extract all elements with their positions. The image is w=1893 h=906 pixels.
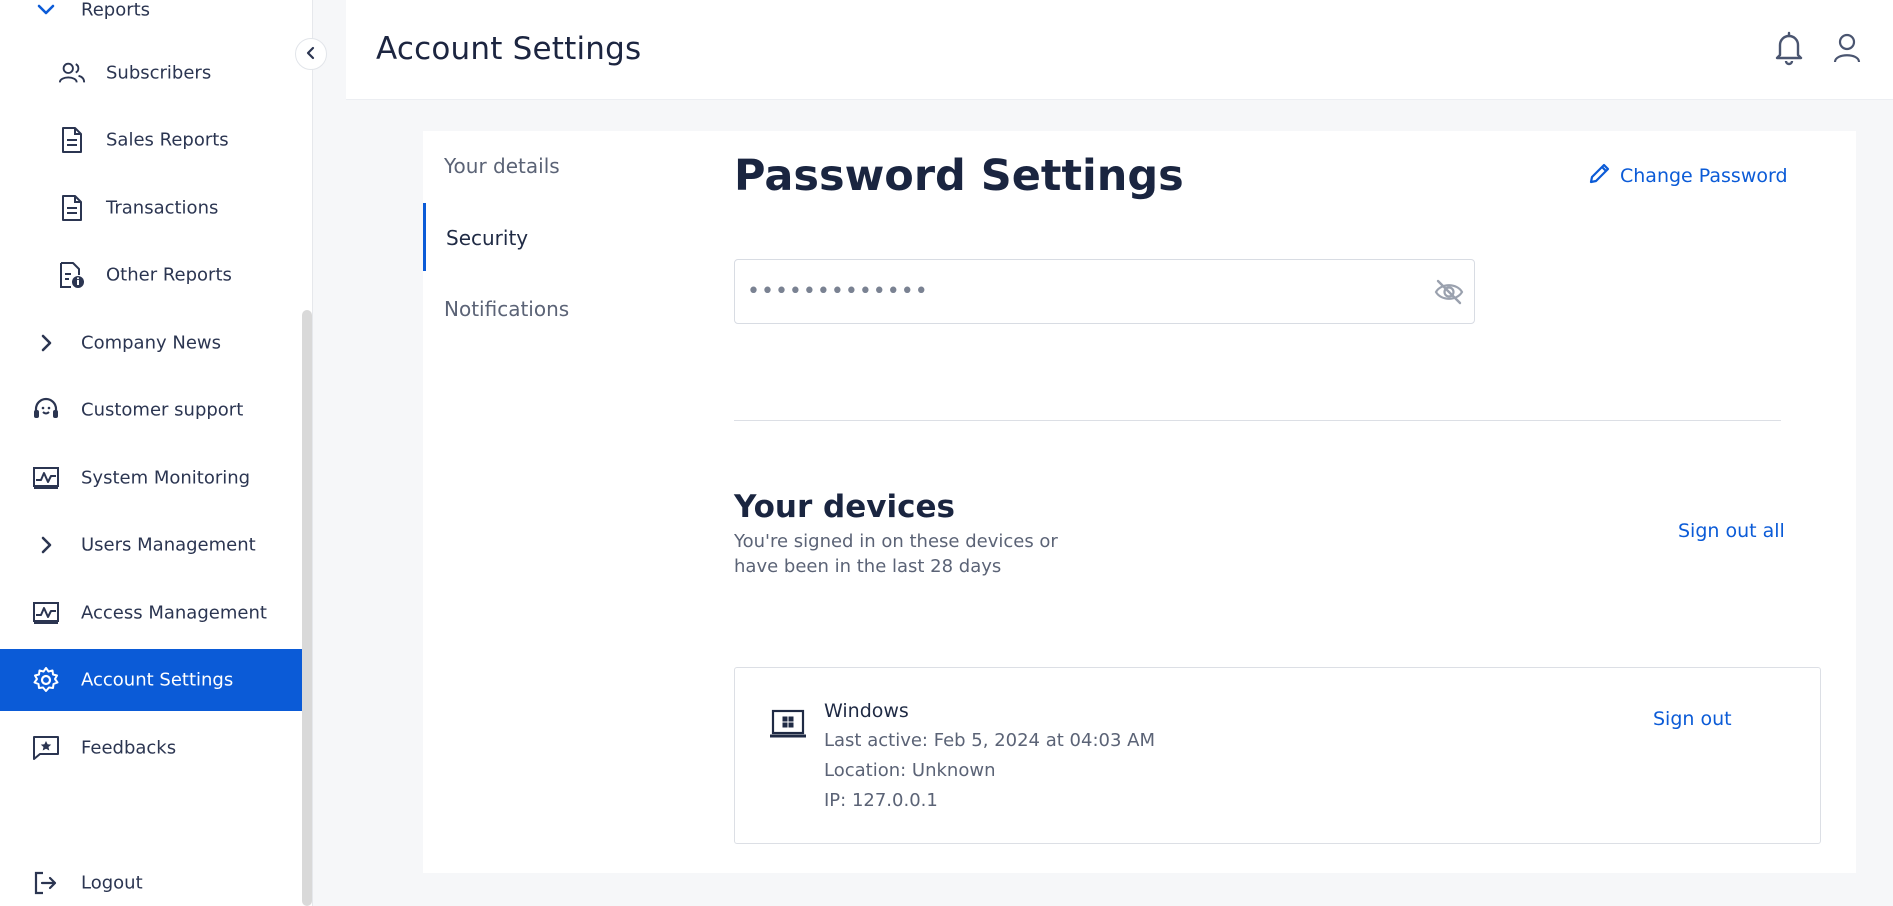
document-info-icon	[58, 261, 86, 289]
sidebar-item-subscribers[interactable]: Subscribers	[0, 42, 303, 104]
sidebar-item-customer-support[interactable]: Customer support	[0, 379, 303, 441]
sign-out-button[interactable]: Sign out	[1653, 708, 1732, 730]
devices-subtitle: You're signed in on these devices or hav…	[734, 531, 1058, 577]
sidebar-item-label: Logout	[81, 872, 143, 894]
sidebar-item-feedbacks[interactable]: Feedbacks	[0, 717, 303, 779]
device-name: Windows	[824, 700, 909, 722]
tab-your-details[interactable]: Your details	[444, 154, 560, 178]
password-field	[734, 259, 1475, 324]
section-divider	[734, 420, 1781, 421]
sidebar-item-label: Feedbacks	[81, 737, 177, 759]
eye-off-icon[interactable]	[1434, 278, 1464, 306]
active-tab-indicator	[423, 203, 426, 271]
sidebar-item-label: Customer support	[81, 399, 244, 421]
sidebar-item-company-news[interactable]: Company News	[0, 312, 303, 374]
sidebar-item-other-reports[interactable]: Other Reports	[0, 244, 303, 306]
device-item: Windows Last active: Feb 5, 2024 at 04:0…	[734, 667, 1821, 844]
logout-icon	[32, 869, 60, 897]
headset-icon	[32, 396, 60, 424]
page-title: Account Settings	[376, 31, 642, 67]
sidebar-item-label: Account Settings	[81, 669, 234, 691]
chevron-right-icon	[32, 329, 60, 357]
pencil-icon	[1588, 161, 1612, 190]
sidebar-item-label: System Monitoring	[81, 467, 251, 489]
chevron-right-icon	[32, 531, 60, 559]
sidebar-collapse-button[interactable]	[295, 38, 327, 70]
monitor-chart-icon	[32, 599, 60, 627]
sidebar-item-users-management[interactable]: Users Management	[0, 514, 303, 576]
device-location: Location: Unknown	[824, 760, 996, 781]
top-header: Account Settings	[346, 0, 1893, 100]
password-input[interactable]	[747, 279, 1407, 304]
star-message-icon	[32, 734, 60, 762]
sidebar-item-label: Other Reports	[106, 264, 232, 286]
tab-notifications[interactable]: Notifications	[444, 297, 569, 321]
sidebar-item-label: Sales Reports	[106, 129, 229, 151]
sidebar-item-system-monitoring[interactable]: System Monitoring	[0, 447, 303, 509]
settings-card: Your details Security Notifications Pass…	[423, 131, 1856, 873]
password-settings-title: Password Settings	[734, 151, 1184, 201]
sidebar-item-reports[interactable]: Reports	[0, 0, 303, 41]
gear-icon	[32, 666, 60, 694]
document-icon	[58, 194, 86, 222]
change-password-button[interactable]: Change Password	[1588, 161, 1788, 190]
sidebar-item-sales-reports[interactable]: Sales Reports	[0, 109, 303, 171]
chevron-down-icon	[32, 0, 60, 24]
sidebar: Reports Subscribers Sales Reports Transa…	[0, 0, 313, 906]
sidebar-scrollbar[interactable]	[302, 310, 312, 906]
sidebar-item-label: Reports	[81, 0, 151, 21]
device-ip: IP: 127.0.0.1	[824, 790, 938, 811]
devices-title: Your devices	[734, 489, 955, 525]
sidebar-item-label: Subscribers	[106, 62, 212, 84]
laptop-windows-icon	[769, 709, 807, 741]
monitor-chart-icon	[32, 464, 60, 492]
sidebar-item-access-management[interactable]: Access Management	[0, 582, 303, 644]
user-icon[interactable]	[1832, 32, 1862, 64]
tab-security[interactable]: Security	[446, 226, 528, 250]
sign-out-all-button[interactable]: Sign out all	[1678, 520, 1785, 542]
sidebar-item-logout[interactable]: Logout	[0, 852, 303, 906]
chevron-left-icon	[304, 45, 318, 64]
bell-icon[interactable]	[1774, 30, 1804, 66]
change-password-label: Change Password	[1620, 164, 1788, 187]
document-icon	[58, 126, 86, 154]
sidebar-item-label: Transactions	[106, 197, 219, 219]
sidebar-item-account-settings[interactable]: Account Settings	[0, 649, 303, 711]
sidebar-item-label: Access Management	[81, 602, 267, 624]
sidebar-item-transactions[interactable]: Transactions	[0, 177, 303, 239]
users-icon	[58, 59, 86, 87]
device-last-active: Last active: Feb 5, 2024 at 04:03 AM	[824, 730, 1155, 751]
sidebar-item-label: Users Management	[81, 534, 256, 556]
sidebar-item-label: Company News	[81, 332, 221, 354]
